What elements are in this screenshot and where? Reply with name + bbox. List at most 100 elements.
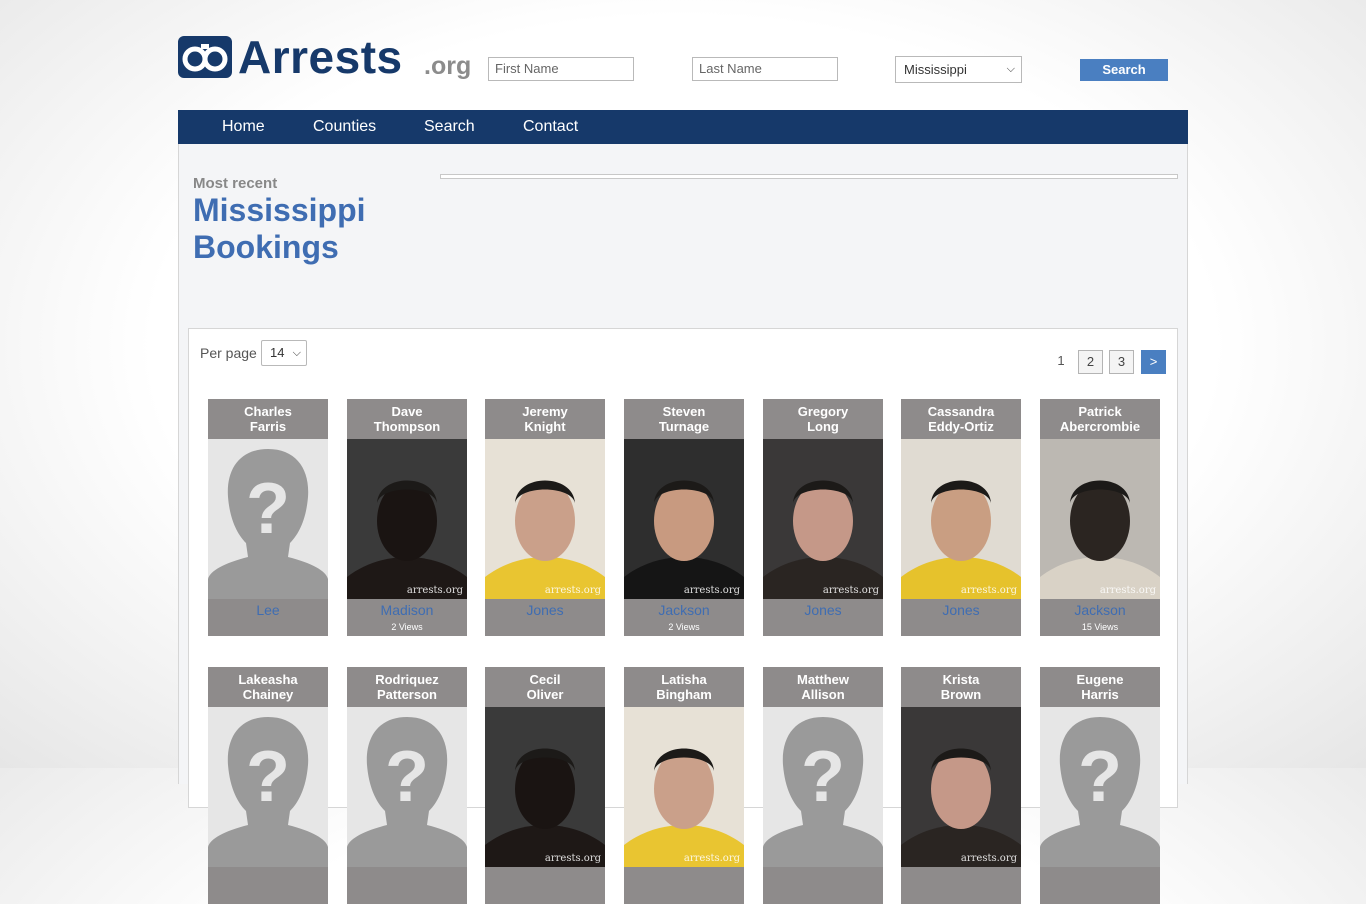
booking-first-name: Charles	[244, 404, 292, 419]
booking-card[interactable]: Cassandra Eddy-Ortiz arrests.org Jones	[901, 399, 1021, 636]
pagination-next[interactable]: >	[1141, 350, 1166, 374]
booking-name[interactable]: Rodriquez Patterson	[347, 667, 467, 707]
mugshot-photo[interactable]: arrests.org	[485, 707, 605, 867]
photo-watermark: arrests.org	[960, 853, 1017, 864]
booking-card[interactable]: Eugene Harris?	[1040, 667, 1160, 904]
nav-counties[interactable]: Counties	[313, 110, 376, 143]
booking-name[interactable]: Matthew Allison	[763, 667, 883, 707]
chevron-down-icon: ⌵	[1006, 63, 1015, 75]
booking-card[interactable]: Gregory Long arrests.org Jones	[763, 399, 883, 636]
booking-views: 15 Views	[1081, 622, 1119, 632]
booking-name[interactable]: Cecil Oliver	[485, 667, 605, 707]
placeholder-silhouette-icon[interactable]: ?	[347, 707, 467, 867]
per-page-value: 14	[270, 345, 285, 360]
booking-name[interactable]: Eugene Harris	[1040, 667, 1160, 707]
booking-name[interactable]: Patrick Abercrombie	[1040, 399, 1160, 439]
booking-last-name: Oliver	[526, 687, 564, 702]
photo-watermark: arrests.org	[683, 585, 740, 596]
booking-card[interactable]: Krista Brown arrests.org	[901, 667, 1021, 904]
handcuffs-icon	[178, 36, 232, 78]
pagination-current: 1	[1057, 353, 1065, 368]
booking-first-name: Jeremy	[522, 404, 568, 419]
booking-first-name: Cassandra	[927, 404, 995, 419]
booking-name[interactable]: Krista Brown	[901, 667, 1021, 707]
booking-first-name: Eugene	[1076, 672, 1124, 687]
booking-county-link[interactable]: Jackson	[1040, 602, 1160, 618]
mugshot-photo[interactable]: arrests.org	[901, 707, 1021, 867]
booking-first-name: Latisha	[661, 672, 707, 687]
booking-last-name: Bingham	[656, 687, 712, 702]
state-select[interactable]: Mississippi ⌵	[895, 56, 1022, 83]
mugshot-photo[interactable]: arrests.org	[347, 439, 467, 599]
pagination-page-2[interactable]: 2	[1078, 350, 1103, 374]
first-name-input[interactable]: First Name	[488, 57, 634, 81]
booking-name[interactable]: Charles Farris	[208, 399, 328, 439]
booking-county-link[interactable]: Jones	[763, 602, 883, 618]
last-name-input[interactable]: Last Name	[692, 57, 838, 81]
booking-county-link[interactable]: Jones	[485, 602, 605, 618]
mugshot-photo[interactable]: arrests.org	[624, 707, 744, 867]
booking-county-link[interactable]: Jackson	[624, 602, 744, 618]
booking-name[interactable]: Cassandra Eddy-Ortiz	[901, 399, 1021, 439]
booking-first-name: Dave	[391, 404, 423, 419]
booking-last-name: Turnage	[658, 419, 710, 434]
booking-last-name: Thompson	[373, 419, 441, 434]
booking-first-name: Lakeasha	[238, 672, 298, 687]
svg-text:?: ?	[385, 737, 429, 817]
nav-home[interactable]: Home	[222, 110, 265, 143]
logo-wordmark: Arrests	[238, 31, 403, 83]
main-nav: Home Counties Search Contact	[178, 110, 1188, 144]
photo-watermark: arrests.org	[1099, 585, 1156, 596]
nav-search[interactable]: Search	[424, 110, 475, 143]
nav-contact[interactable]: Contact	[523, 110, 578, 143]
placeholder-silhouette-icon[interactable]: ?	[1040, 707, 1160, 867]
booking-name[interactable]: Lakeasha Chainey	[208, 667, 328, 707]
placeholder-silhouette-icon[interactable]: ?	[208, 707, 328, 867]
booking-card[interactable]: Patrick Abercrombie arrests.org Jackson 15 V…	[1040, 399, 1160, 636]
booking-name[interactable]: Jeremy Knight	[485, 399, 605, 439]
booking-last-name: Abercrombie	[1059, 419, 1141, 434]
booking-name[interactable]: Latisha Bingham	[624, 667, 744, 707]
booking-card[interactable]: Charles Farris? Lee	[208, 399, 328, 636]
mugshot-photo[interactable]: arrests.org	[624, 439, 744, 599]
logo-tld: .org	[424, 52, 472, 80]
booking-county-link[interactable]: Madison	[347, 602, 467, 618]
booking-card[interactable]: Cecil Oliver arrests.org	[485, 667, 605, 904]
booking-card[interactable]: Dave Thompson arrests.org Madison 2 Views	[347, 399, 467, 636]
mugshot-photo[interactable]: arrests.org	[763, 439, 883, 599]
booking-views: 2 Views	[391, 622, 423, 632]
booking-card[interactable]: Jeremy Knight arrests.org Jones	[485, 399, 605, 636]
mugshot-photo[interactable]: arrests.org	[901, 439, 1021, 599]
booking-name[interactable]: Gregory Long	[763, 399, 883, 439]
booking-card[interactable]: Rodriquez Patterson?	[347, 667, 467, 904]
photo-watermark: arrests.org	[822, 585, 879, 596]
photo-watermark: arrests.org	[683, 853, 740, 864]
booking-last-name: Patterson	[377, 687, 437, 702]
search-button[interactable]: Search	[1080, 59, 1168, 81]
booking-first-name: Gregory	[797, 404, 849, 419]
booking-last-name: Eddy-Ortiz	[928, 419, 994, 434]
booking-name[interactable]: Dave Thompson	[347, 399, 467, 439]
site-logo[interactable]: Arrests .org	[178, 31, 478, 84]
booking-last-name: Farris	[249, 419, 287, 434]
booking-first-name: Rodriquez	[375, 672, 439, 687]
pagination-page-3[interactable]: 3	[1109, 350, 1134, 374]
booking-county-link[interactable]: Jones	[901, 602, 1021, 618]
mugshot-photo[interactable]: arrests.org	[485, 439, 605, 599]
booking-name[interactable]: Steven Turnage	[624, 399, 744, 439]
per-page-select[interactable]: 14 ⌵	[261, 340, 307, 366]
svg-text:?: ?	[1078, 737, 1122, 817]
booking-card[interactable]: Latisha Bingham arrests.org	[624, 667, 744, 904]
booking-first-name: Steven	[662, 404, 706, 419]
mugshot-photo[interactable]: arrests.org	[1040, 439, 1160, 599]
booking-last-name: Harris	[1081, 687, 1119, 702]
placeholder-silhouette-icon[interactable]: ?	[208, 439, 328, 599]
booking-card[interactable]: Lakeasha Chainey?	[208, 667, 328, 904]
per-page-label: Per page	[200, 345, 257, 361]
placeholder-silhouette-icon[interactable]: ?	[763, 707, 883, 867]
booking-card[interactable]: Steven Turnage arrests.org Jackson 2 Views	[624, 399, 744, 636]
booking-card[interactable]: Matthew Allison?	[763, 667, 883, 904]
booking-county-link[interactable]: Lee	[208, 602, 328, 618]
page-title: Mississippi Bookings	[193, 192, 366, 265]
photo-watermark: arrests.org	[960, 585, 1017, 596]
